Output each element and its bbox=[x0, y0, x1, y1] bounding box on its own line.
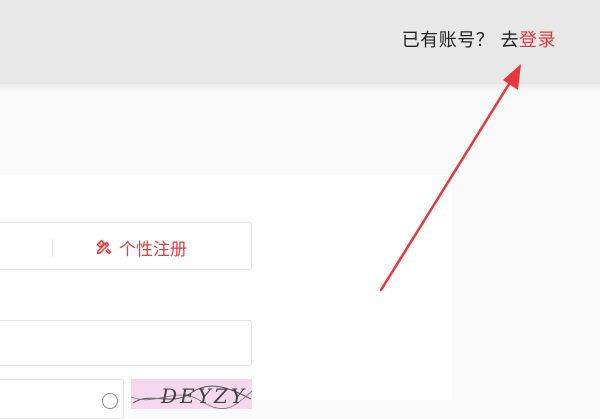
login-prompt-text: 已有账号？ 去 bbox=[401, 30, 519, 51]
login-prompt: 已有账号？ 去登录 bbox=[402, 26, 556, 52]
login-link[interactable]: 登录 bbox=[519, 30, 556, 51]
form-input[interactable] bbox=[0, 321, 251, 365]
tab-personal-label: 个性注册 bbox=[119, 239, 187, 260]
top-bar: 已有账号？ 去登录 bbox=[0, 0, 600, 85]
register-tabs: 个性注册 bbox=[0, 222, 252, 270]
captcha-text: DEYZY bbox=[160, 384, 247, 408]
captcha-image[interactable]: DEYZY bbox=[131, 379, 252, 409]
top-bar-shadow bbox=[0, 84, 600, 92]
pencil-ruler-icon bbox=[95, 238, 113, 256]
refresh-circle-icon[interactable] bbox=[102, 393, 118, 409]
register-panel bbox=[0, 175, 452, 400]
tab-divider bbox=[52, 239, 53, 257]
form-input-field[interactable] bbox=[0, 320, 252, 366]
tab-personal-register[interactable]: 个性注册 bbox=[95, 234, 187, 260]
